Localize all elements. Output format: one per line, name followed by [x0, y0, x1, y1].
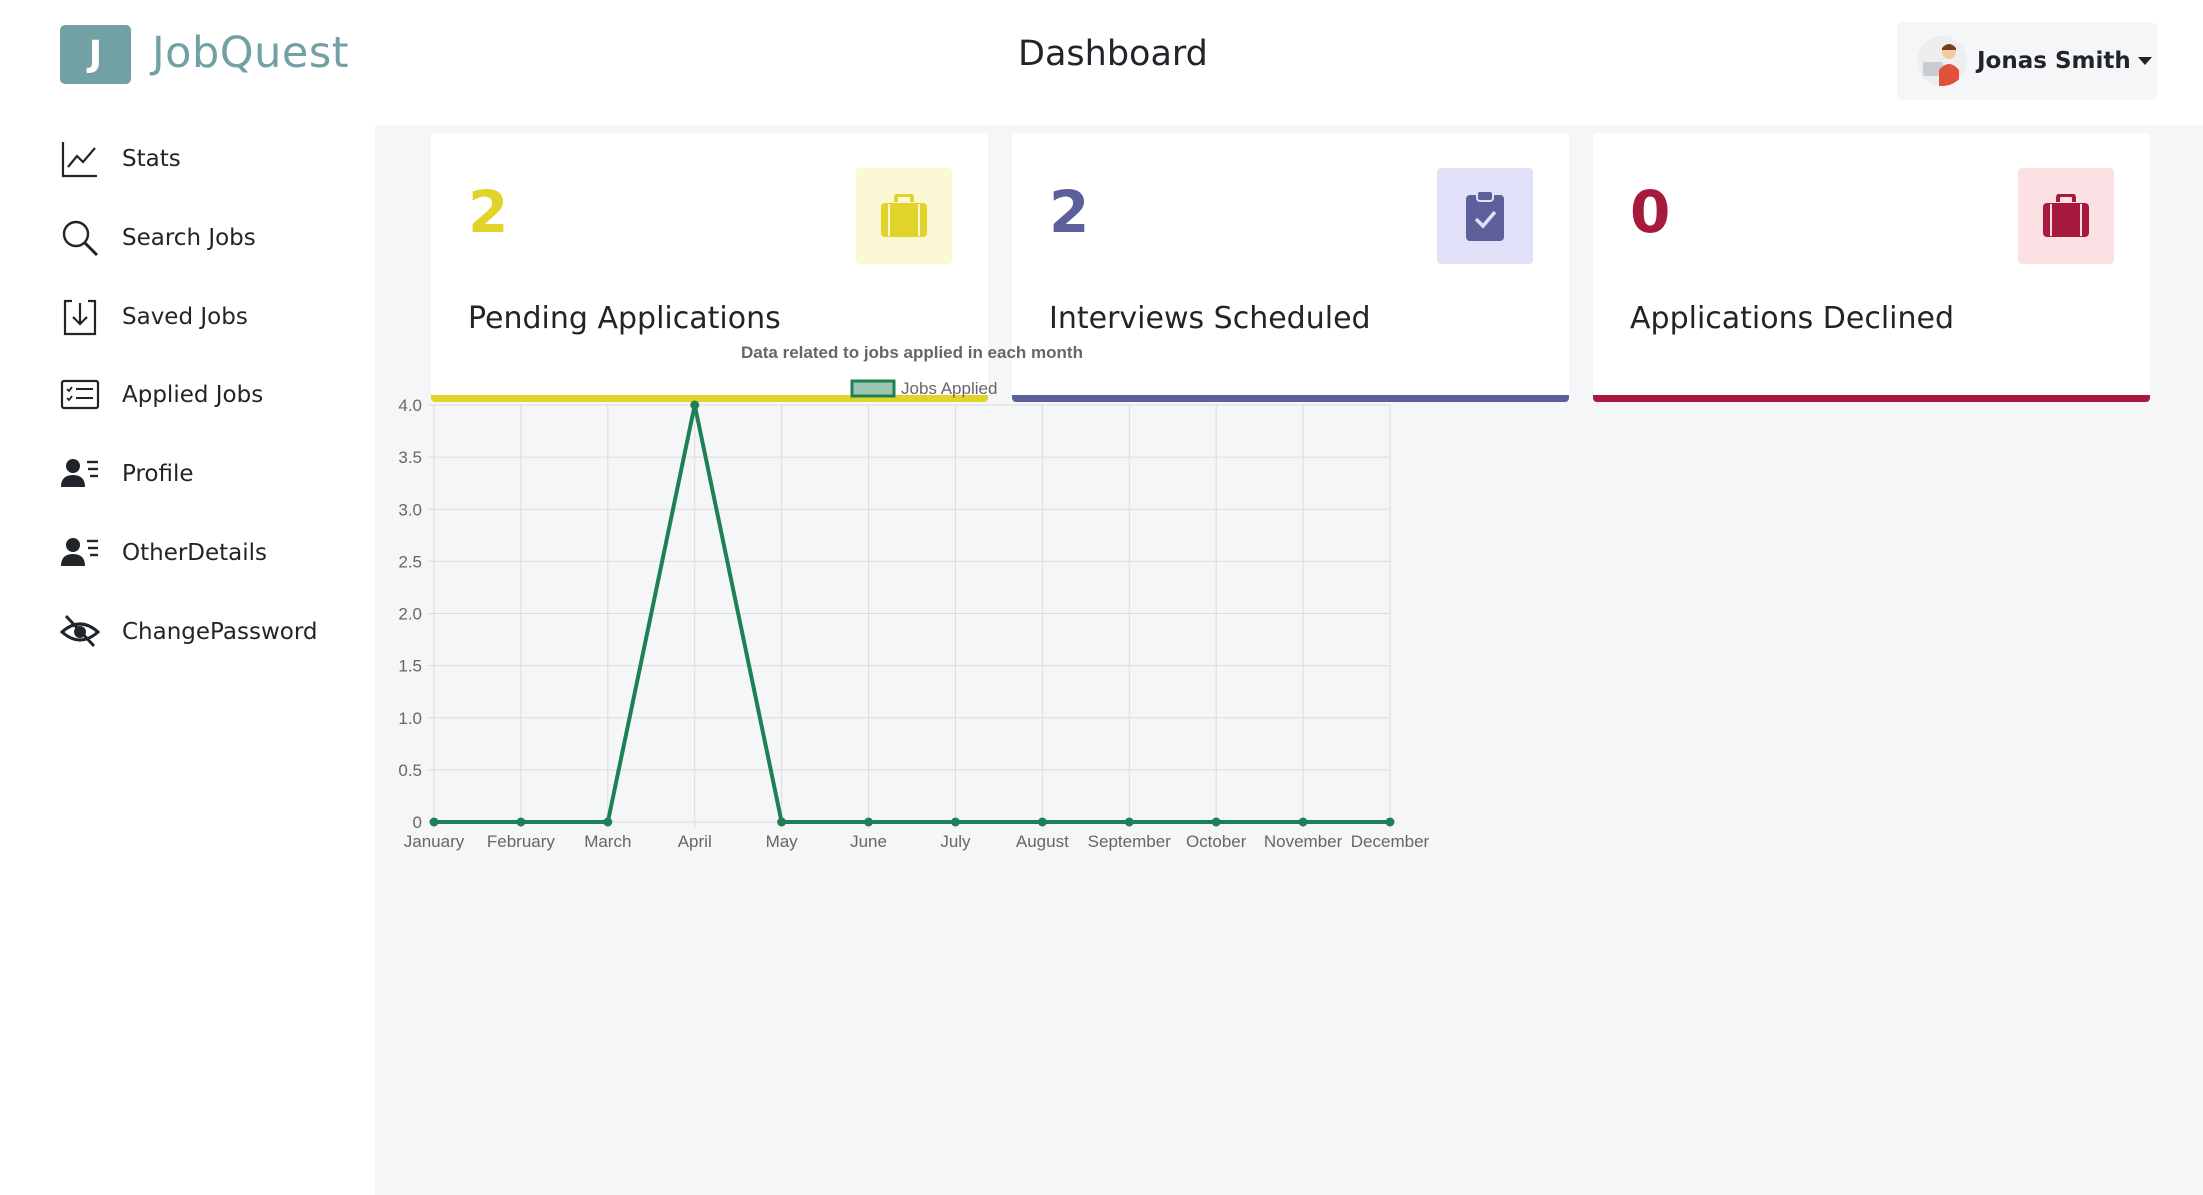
x-tick-label: November: [1264, 832, 1343, 851]
chevron-down-icon: [2137, 57, 2152, 65]
sidebar-item-label: ChangePassword: [122, 619, 318, 645]
user-menu-button[interactable]: Jonas Smith: [1897, 22, 2157, 100]
sidebar-item-applied-jobs[interactable]: Applied Jobs: [60, 375, 263, 415]
x-tick-label: April: [678, 832, 712, 851]
sidebar-item-label: Profile: [122, 461, 194, 487]
stat-value: 2: [1049, 178, 1090, 246]
data-point[interactable]: [1385, 817, 1395, 827]
save-download-icon: [60, 297, 100, 337]
x-tick-label: January: [404, 832, 465, 851]
x-tick-label: June: [850, 832, 887, 851]
sidebar-item-change-password[interactable]: ChangePassword: [60, 612, 318, 652]
clipboard-check-icon: [1437, 168, 1533, 264]
sidebar-item-profile[interactable]: Profile: [60, 454, 194, 494]
chart-title: Data related to jobs applied in each mon…: [741, 343, 1083, 362]
data-point[interactable]: [603, 817, 613, 827]
avatar-icon: [1917, 36, 1967, 86]
data-point[interactable]: [864, 817, 874, 827]
sidebar-item-search-jobs[interactable]: Search Jobs: [60, 218, 256, 258]
main-content: 2 Pending Applications 2 Interviews Sche…: [375, 125, 2203, 1195]
stat-value: 0: [1630, 178, 1671, 246]
data-point[interactable]: [777, 817, 787, 827]
y-tick-label: 0.5: [398, 761, 422, 780]
sidebar-item-label: Saved Jobs: [122, 304, 248, 330]
data-point[interactable]: [516, 817, 526, 827]
avatar: [1917, 36, 1967, 86]
legend-swatch[interactable]: [850, 379, 896, 398]
logo-letter: J: [88, 34, 103, 75]
y-tick-label: 2.0: [398, 605, 422, 624]
user-list-icon: [60, 533, 100, 573]
x-tick-label: October: [1186, 832, 1247, 851]
stat-label: Applications Declined: [1630, 301, 1955, 336]
x-tick-label: February: [487, 832, 556, 851]
search-icon: [60, 218, 100, 258]
sidebar-item-label: OtherDetails: [122, 540, 268, 566]
sidebar-item-other-details[interactable]: OtherDetails: [60, 533, 267, 573]
list-card-icon: [60, 375, 100, 415]
data-point[interactable]: [950, 817, 960, 827]
y-tick-label: 1.5: [398, 657, 422, 676]
sidebar-item-stats[interactable]: Stats: [60, 139, 181, 179]
y-tick-label: 3.0: [398, 500, 422, 519]
data-point[interactable]: [429, 817, 439, 827]
y-tick-label: 3.5: [398, 448, 422, 467]
briefcase-icon: [856, 168, 952, 264]
data-point[interactable]: [1211, 817, 1221, 827]
y-tick-label: 0: [413, 813, 422, 832]
user-list-icon: [60, 454, 100, 494]
stat-label: Pending Applications: [468, 301, 781, 336]
data-point[interactable]: [1037, 817, 1047, 827]
briefcase-icon: [2018, 168, 2114, 264]
sidebar-item-saved-jobs[interactable]: Saved Jobs: [60, 297, 248, 337]
y-tick-label: 1.0: [398, 709, 422, 728]
x-tick-label: May: [766, 832, 799, 851]
line-chart-icon: [60, 139, 100, 179]
x-tick-label: August: [1016, 832, 1069, 851]
stat-value: 2: [468, 178, 509, 246]
y-tick-label: 4.0: [398, 396, 422, 415]
page-title: Dashboard: [1018, 34, 1208, 74]
x-tick-label: March: [584, 832, 631, 851]
logo-badge[interactable]: J: [60, 25, 131, 84]
stat-label: Interviews Scheduled: [1049, 301, 1371, 336]
y-tick-label: 2.5: [398, 552, 422, 571]
user-name: Jonas Smith: [1977, 48, 2131, 74]
sidebar-item-label: Applied Jobs: [122, 382, 264, 408]
x-tick-label: July: [940, 832, 971, 851]
sidebar-item-label: Search Jobs: [122, 225, 256, 251]
x-tick-label: December: [1351, 832, 1430, 851]
jobs-line-chart: Data related to jobs applied in each mon…: [398, 343, 1430, 851]
x-tick-label: September: [1088, 832, 1171, 851]
data-point[interactable]: [1124, 817, 1134, 827]
app-name[interactable]: JobQuest: [152, 28, 349, 78]
sidebar-item-label: Stats: [122, 146, 181, 172]
legend-label[interactable]: Jobs Applied: [901, 379, 997, 398]
data-point[interactable]: [1298, 817, 1308, 827]
data-point[interactable]: [690, 400, 700, 410]
eye-slash-icon: [60, 612, 100, 652]
